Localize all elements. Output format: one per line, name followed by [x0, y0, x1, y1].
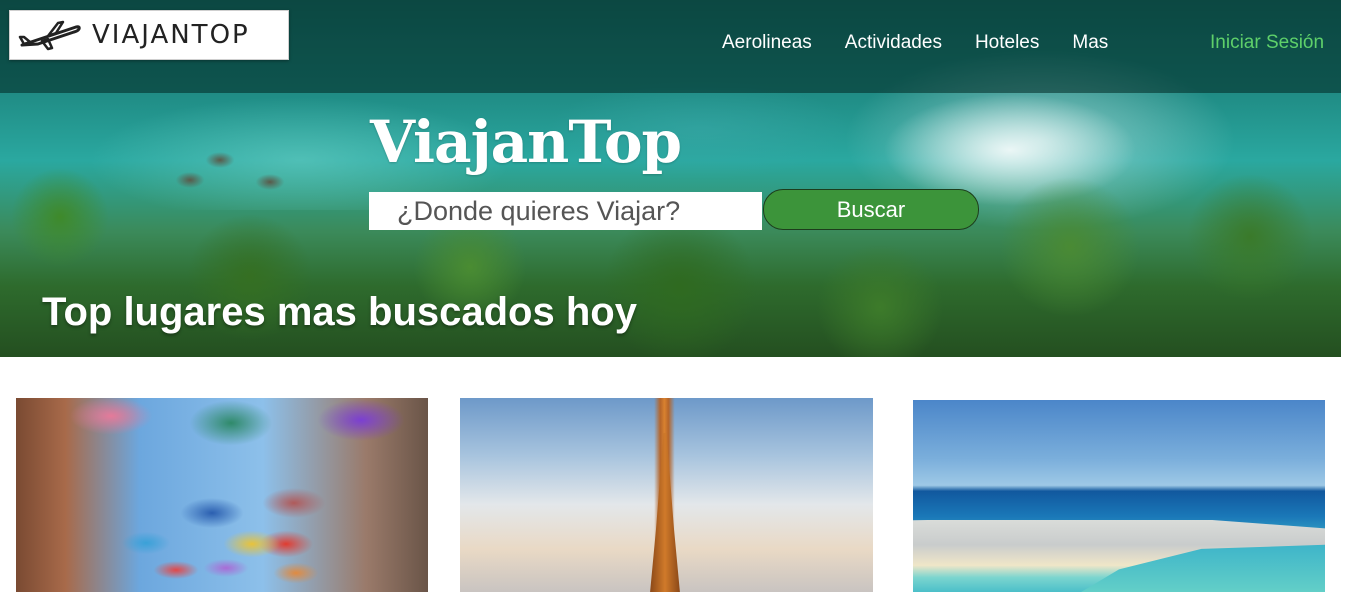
nav-item-hoteles[interactable]: Hoteles — [975, 32, 1039, 54]
login-link[interactable]: Iniciar Sesión — [1210, 32, 1324, 54]
airplane-icon — [18, 20, 81, 51]
cancun-shoreline — [913, 516, 1325, 592]
search-input[interactable] — [369, 192, 762, 230]
navbar: VIAJANTOP Aerolineas Actividades Hoteles… — [0, 0, 1341, 93]
search-button[interactable]: Buscar — [763, 189, 979, 230]
section-title: Top lugares mas buscados hoy — [42, 290, 637, 334]
destination-card-umbrellas[interactable] — [16, 398, 428, 592]
logo-text: VIAJANTOP — [92, 20, 250, 50]
nav-item-mas[interactable]: Mas — [1072, 32, 1108, 54]
nav-item-actividades[interactable]: Actividades — [845, 32, 942, 54]
nav-item-aerolineas[interactable]: Aerolineas — [722, 32, 812, 54]
destination-card-paris[interactable] — [460, 398, 873, 592]
destination-card-cancun[interactable] — [913, 400, 1325, 592]
page: VIAJANTOP Aerolineas Actividades Hoteles… — [0, 0, 1352, 592]
main-nav: Aerolineas Actividades Hoteles Mas — [722, 32, 1141, 54]
hero-title: ViajanTop — [370, 108, 682, 176]
logo[interactable]: VIAJANTOP — [9, 10, 289, 60]
hero-banner: VIAJANTOP Aerolineas Actividades Hoteles… — [0, 0, 1341, 357]
eiffel-tower-shape — [650, 433, 680, 592]
